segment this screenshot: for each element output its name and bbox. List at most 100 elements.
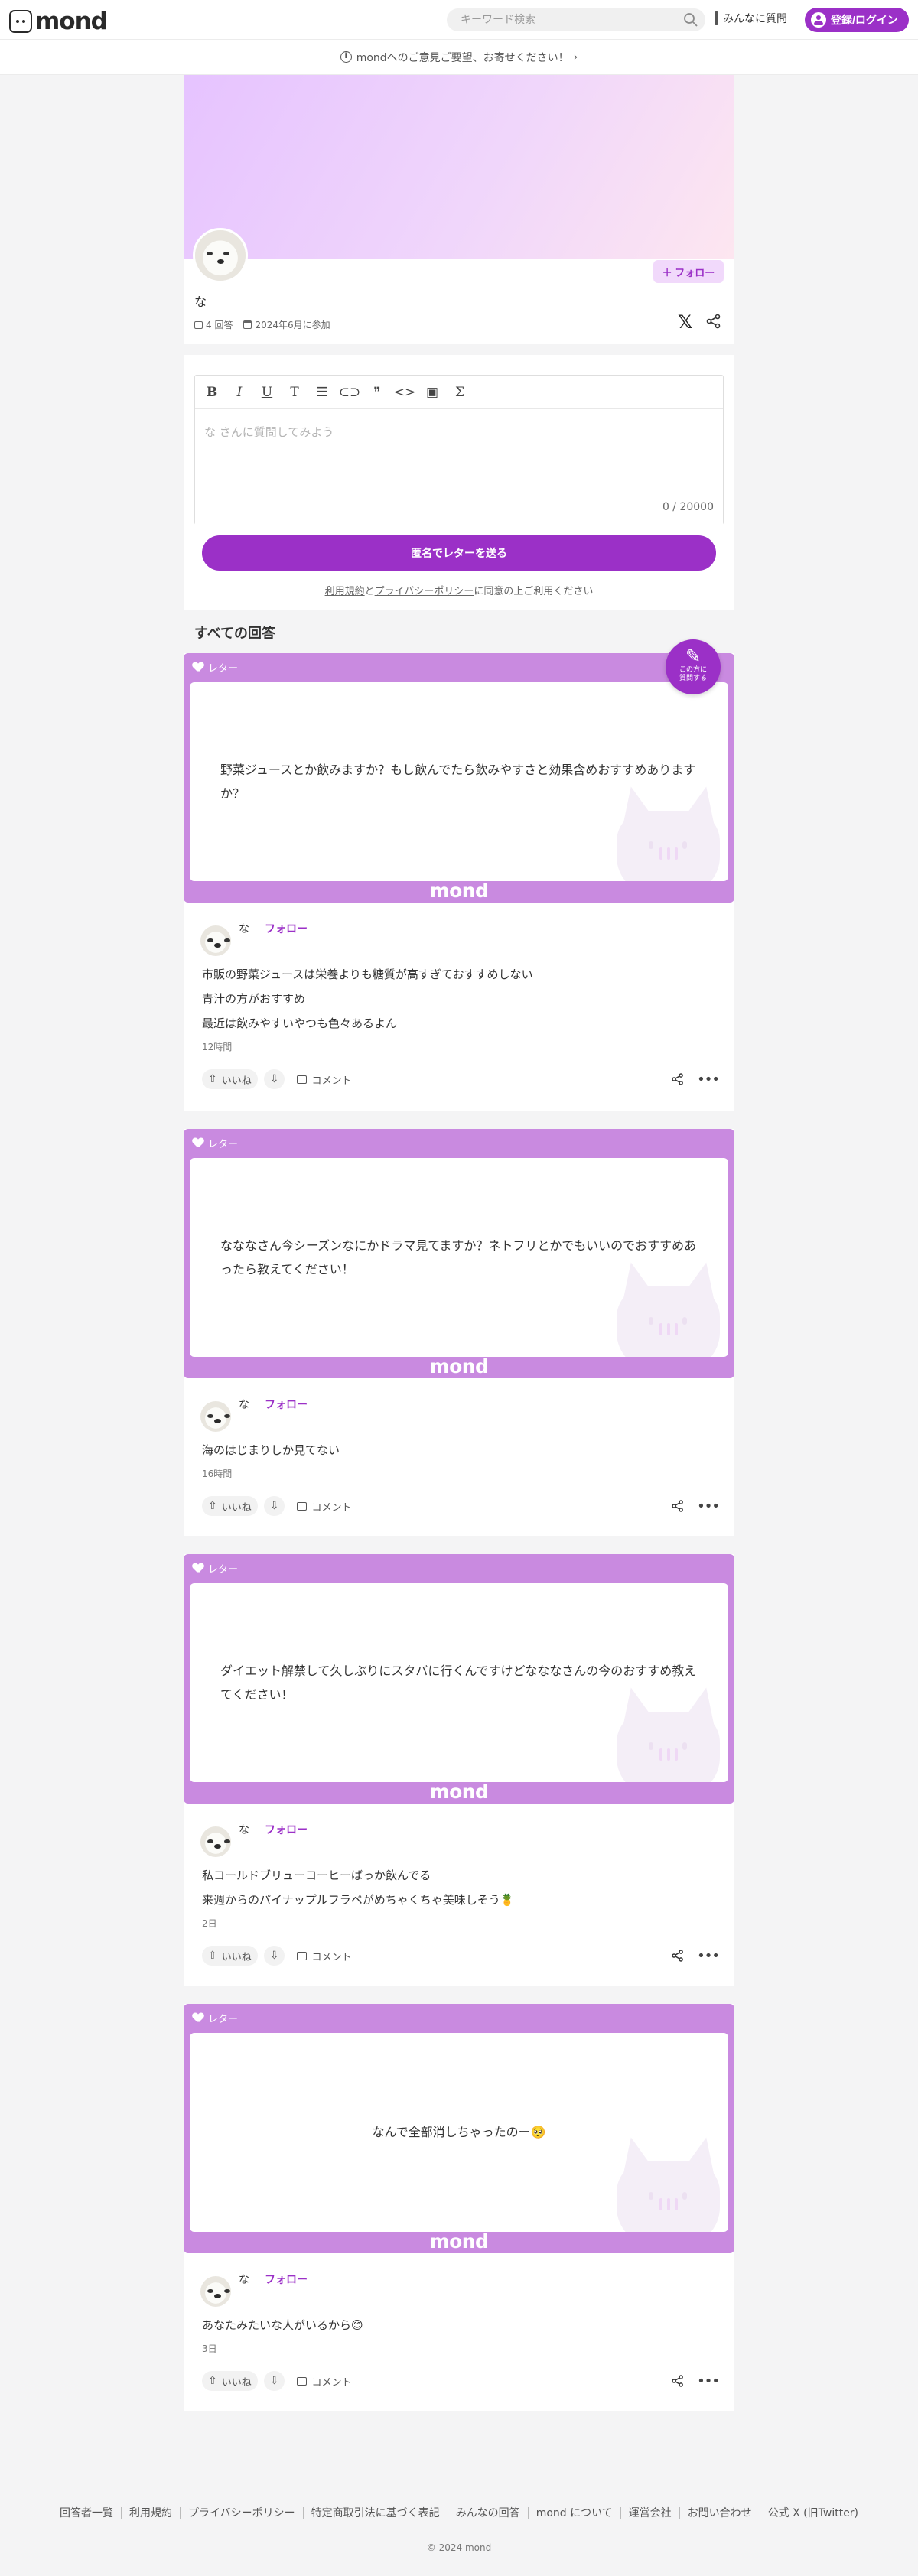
privacy-policy-link[interactable]: プライバシーポリシー: [375, 586, 474, 597]
share-icon[interactable]: [705, 313, 722, 330]
footer-link[interactable]: 利用規約: [122, 2507, 181, 2519]
comment-button[interactable]: コメント: [291, 2371, 357, 2391]
downvote-icon: ⇩: [269, 2375, 279, 2387]
answer-card: レター なななさん今シーズンなにかドラマ見てますか？ネトフリとかでもいいのでおす…: [184, 1129, 734, 1536]
cat-stripe: [659, 2198, 662, 2210]
upvote-icon: ⇧: [208, 1500, 217, 1512]
follow-button[interactable]: ＋ フォロー: [653, 260, 724, 283]
footer-link[interactable]: 公式 X (旧Twitter): [760, 2507, 866, 2519]
footer-link[interactable]: 特定商取引法に基づく表記: [304, 2507, 448, 2519]
footer-link[interactable]: お問い合わせ: [680, 2507, 760, 2519]
comment-icon: [297, 1501, 308, 1511]
avatar[interactable]: [200, 1401, 231, 1432]
follow-link[interactable]: フォロー: [265, 921, 308, 936]
follow-link[interactable]: フォロー: [265, 2272, 308, 2287]
letter-card[interactable]: レター ダイエット解禁して久しぶりにスタバに行くんですけどなななさんの今のおすす…: [184, 1554, 734, 1804]
letter-label-text: レター: [208, 663, 239, 675]
upvote-icon: ⇧: [208, 1950, 217, 1962]
top-header: mond みんなに質問 登録/ログイン: [0, 0, 918, 40]
feedback-banner[interactable]: i mondへのご意見ご要望、お寄せください！ ›: [0, 40, 918, 75]
cat-watermark-icon: [609, 1256, 724, 1357]
avatar[interactable]: [200, 1826, 231, 1857]
terms-link[interactable]: 利用規約: [325, 586, 365, 597]
question-input[interactable]: [195, 410, 723, 525]
more-options-icon[interactable]: •••: [697, 1498, 720, 1514]
formula-icon[interactable]: Σ: [451, 383, 469, 402]
comment-button[interactable]: コメント: [291, 1496, 357, 1516]
x-share-icon[interactable]: 𝕏: [678, 311, 692, 333]
answerer-name[interactable]: な: [239, 1397, 249, 1412]
answer-line: 私コールドブリューコーヒーばっか飲んでる: [202, 1869, 431, 1882]
follow-link[interactable]: フォロー: [265, 1822, 308, 1837]
answer-actions: ⇧ いいね ⇩ コメント •••: [202, 1946, 720, 1966]
italic-icon[interactable]: I: [230, 383, 249, 402]
login-button[interactable]: 登録/ログイン: [805, 8, 909, 32]
like-button[interactable]: ⇧ いいね: [202, 1069, 258, 1089]
downvote-button[interactable]: ⇩: [263, 1496, 285, 1516]
footer-link[interactable]: プライバシーポリシー: [181, 2507, 304, 2519]
like-label: いいね: [221, 1075, 252, 1087]
info-icon: i: [340, 51, 352, 63]
like-button[interactable]: ⇧ いいね: [202, 2371, 258, 2391]
more-options-icon[interactable]: •••: [697, 1072, 720, 1088]
share-icon[interactable]: [671, 1499, 685, 1513]
comment-icon: [297, 2376, 308, 2386]
footer-link[interactable]: みんなの回答: [448, 2507, 529, 2519]
cat-head: [617, 1286, 720, 1357]
ask-everyone-link[interactable]: みんなに質問: [715, 11, 787, 26]
bold-icon[interactable]: B: [203, 383, 221, 402]
image-icon[interactable]: ▣: [423, 383, 441, 402]
terms-suffix: に同意の上ご利用ください: [474, 586, 594, 597]
footer-link[interactable]: 運営会社: [621, 2507, 680, 2519]
share-icon[interactable]: [671, 2374, 685, 2388]
letter-card[interactable]: レター 野菜ジュースとか飲みますか？もし飲んでたら飲みやすさと効果含めおすすめあ…: [184, 639, 734, 903]
downvote-button[interactable]: ⇩: [263, 2371, 285, 2391]
cat-stripe: [675, 1323, 678, 1335]
avatar[interactable]: [200, 925, 231, 956]
answerer-name[interactable]: な: [239, 1822, 249, 1837]
cat-stripe: [675, 2198, 678, 2210]
like-button[interactable]: ⇧ いいね: [202, 1946, 258, 1966]
footer-link[interactable]: mond について: [529, 2507, 621, 2519]
comment-button[interactable]: コメント: [291, 1946, 357, 1966]
bulleted-list-icon[interactable]: ☰: [313, 383, 331, 402]
cat-stripe: [659, 1323, 662, 1335]
share-icon[interactable]: [671, 1949, 685, 1963]
more-options-icon[interactable]: •••: [697, 1948, 720, 1964]
cat-stripe: [675, 1748, 678, 1761]
joined-date-text: 2024年6月に参加: [255, 320, 330, 330]
mond-logo[interactable]: mond: [9, 8, 108, 35]
code-icon[interactable]: <>: [394, 383, 416, 402]
downvote-icon: ⇩: [269, 1500, 279, 1512]
downvote-button[interactable]: ⇩: [263, 1069, 285, 1089]
letter-card[interactable]: レター なななさん今シーズンなにかドラマ見てますか？ネトフリとかでもいいのでおす…: [184, 1129, 734, 1378]
answerer-name[interactable]: な: [239, 2272, 249, 2287]
quote-icon[interactable]: ❞: [368, 383, 386, 402]
ask-this-user-fab[interactable]: ✎ この方に 質問する: [666, 639, 721, 694]
strikethrough-icon[interactable]: T: [285, 383, 304, 402]
footer-link[interactable]: 回答者一覧: [52, 2507, 122, 2519]
letter-label: レター: [193, 2011, 238, 2025]
like-button[interactable]: ⇧ いいね: [202, 1496, 258, 1516]
downvote-button[interactable]: ⇩: [263, 1946, 285, 1966]
follow-link[interactable]: フォロー: [265, 1397, 308, 1412]
footer-links: 回答者一覧 利用規約 プライバシーポリシー 特定商取引法に基づく表記 みんなの回答 mon…: [0, 2507, 918, 2519]
heart-icon: [193, 1563, 203, 1573]
heart-icon: [193, 1138, 203, 1148]
letter-body: 野菜ジュースとか飲みますか？もし飲んでたら飲みやすさと効果含めおすすめありますか…: [190, 682, 728, 881]
underline-icon[interactable]: U: [258, 383, 276, 402]
link-icon[interactable]: ⊂⊃: [339, 383, 361, 402]
avatar[interactable]: [200, 2276, 231, 2307]
search-input[interactable]: [447, 8, 705, 31]
search-icon[interactable]: [683, 12, 698, 28]
more-options-icon[interactable]: •••: [697, 2373, 720, 2389]
letter-label: レター: [193, 1136, 238, 1150]
dog-avatar-image: [195, 230, 246, 281]
send-letter-button[interactable]: 匿名でレターを送る: [202, 535, 716, 571]
share-icon[interactable]: [671, 1072, 685, 1086]
letter-card[interactable]: レター なんで全部消しちゃったのー🥺 mond: [184, 2004, 734, 2253]
answerer-name[interactable]: な: [239, 921, 249, 936]
joined-date: 2024年6月に参加: [243, 318, 330, 331]
comment-button[interactable]: コメント: [291, 1069, 357, 1089]
answer-line: 最近は飲みやすいやつも色々あるよん: [202, 1016, 398, 1030]
